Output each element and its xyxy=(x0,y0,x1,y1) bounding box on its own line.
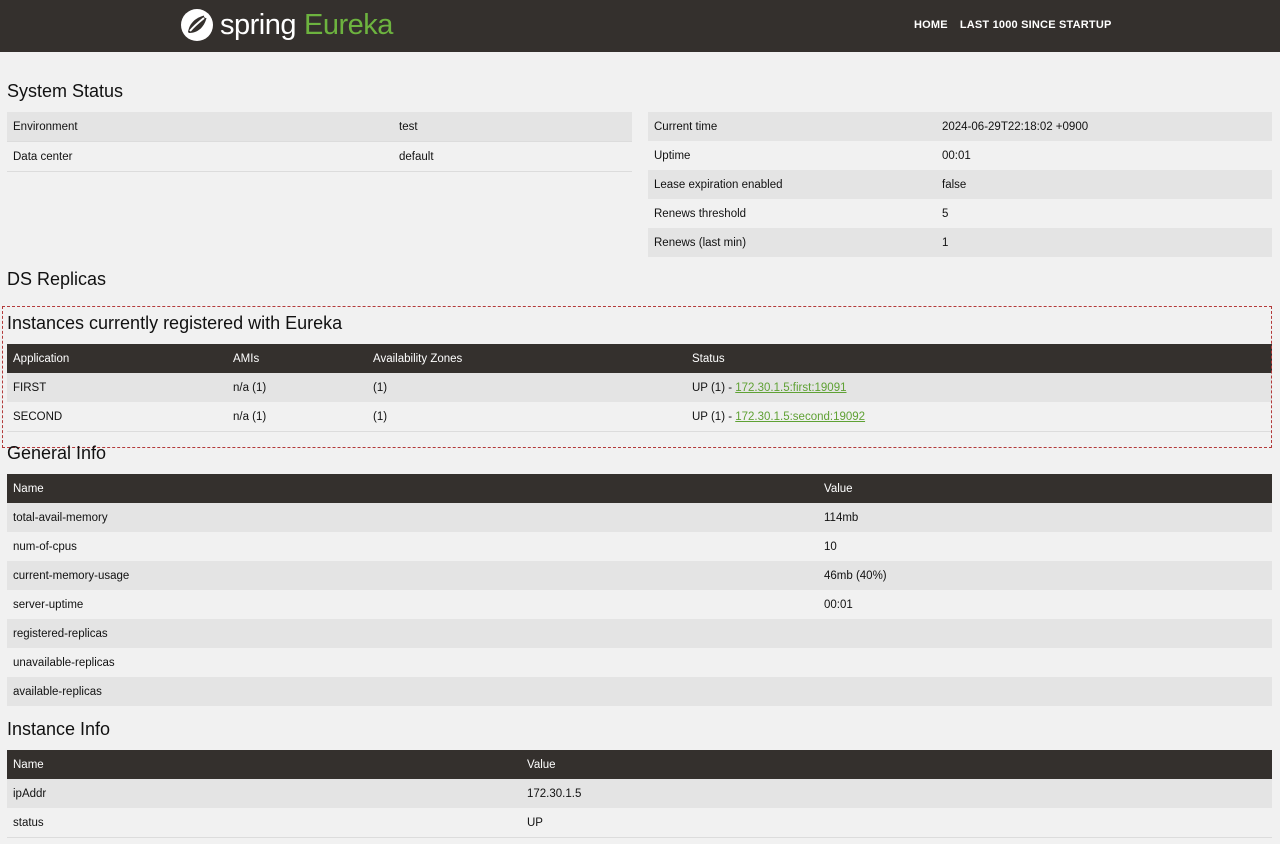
info-name: total-avail-memory xyxy=(7,503,818,532)
status-cell: UP (1) - 172.30.1.5:second:19092 xyxy=(686,402,1272,432)
general-info-title: General Info xyxy=(7,443,107,463)
brand-spring-text: spring xyxy=(220,8,297,41)
table-row: SECOND n/a (1) (1) UP (1) - 172.30.1.5:s… xyxy=(7,402,1272,432)
column-header: Name xyxy=(7,750,521,779)
status-value: test xyxy=(393,112,632,142)
table-header-row: Application AMIs Availability Zones Stat… xyxy=(7,344,1272,373)
column-header: Name xyxy=(7,474,818,503)
info-name: status xyxy=(7,808,521,838)
ds-replicas-title: DS Replicas xyxy=(7,269,107,289)
status-value: 00:01 xyxy=(942,149,971,162)
info-value: UP xyxy=(521,808,1272,838)
status-cell: UP (1) - 172.30.1.5:first:19091 xyxy=(686,373,1272,402)
table-row: unavailable-replicas xyxy=(7,648,1272,677)
table-row: Environment test xyxy=(7,112,632,142)
system-status-left-table: Environment test Data center default xyxy=(7,112,632,172)
column-header: Status xyxy=(686,344,1272,373)
status-value: 2024-06-29T22:18:02 +0900 xyxy=(936,112,1272,141)
column-header: Availability Zones xyxy=(367,344,686,373)
instance-info-table: Name Value ipAddr 172.30.1.5 status UP xyxy=(7,750,1272,838)
info-value xyxy=(818,619,1272,648)
table-row: total-avail-memory 114mb xyxy=(7,503,1272,532)
table-row: registered-replicas xyxy=(7,619,1272,648)
status-value: 1 xyxy=(936,228,1272,257)
general-info-table: Name Value total-avail-memory 114mb num-o… xyxy=(7,474,1272,706)
amis-value: n/a (1) xyxy=(227,402,367,432)
status-label: Renews (last min) xyxy=(648,228,936,257)
instance-link[interactable]: 172.30.1.5:second:19092 xyxy=(735,411,865,423)
nav-home-link[interactable]: HOME xyxy=(914,19,948,31)
zones-value: (1) xyxy=(367,373,686,402)
top-navbar: spring Eureka HOME LAST 1000 SINCE START… xyxy=(0,0,1280,52)
info-value xyxy=(818,648,1272,677)
status-label: Current time xyxy=(648,112,936,141)
status-label: Renews threshold xyxy=(654,207,747,220)
table-row: current-memory-usage 46mb (40%) xyxy=(7,561,1272,590)
status-label: Lease expiration enabled xyxy=(648,170,936,199)
table-row: ipAddr 172.30.1.5 xyxy=(7,779,1272,808)
table-row: Lease expiration enabled false xyxy=(648,170,1272,199)
nav-links: HOME LAST 1000 SINCE STARTUP xyxy=(914,19,1112,31)
table-row: Uptime 00:01 xyxy=(648,141,1272,170)
system-status-right-table: Current time 2024-06-29T22:18:02 +0900 U… xyxy=(648,112,1272,257)
table-row: Renews (last min) 1 xyxy=(648,228,1272,257)
info-value: 46mb (40%) xyxy=(818,561,1272,590)
column-header: Application xyxy=(7,344,227,373)
column-header: Value xyxy=(521,750,1272,779)
status-label: Environment xyxy=(7,112,393,142)
table-row: num-of-cpus 10 xyxy=(7,532,1272,561)
status-value: default xyxy=(393,141,632,172)
info-name: server-uptime xyxy=(13,598,84,611)
column-header: Value xyxy=(818,474,1272,503)
info-name: num-of-cpus xyxy=(13,540,77,553)
table-row: Data center default xyxy=(7,141,632,172)
status-label: Data center xyxy=(7,141,393,172)
table-row: available-replicas xyxy=(7,677,1272,706)
brand-eureka-text: Eureka xyxy=(304,8,393,41)
instances-title: Instances currently registered with Eure… xyxy=(7,313,343,333)
info-value xyxy=(818,677,1272,706)
table-row: server-uptime 00:01 xyxy=(7,590,1272,619)
info-value: 114mb xyxy=(818,503,1272,532)
table-row: FIRST n/a (1) (1) UP (1) - 172.30.1.5:fi… xyxy=(7,373,1272,402)
nav-last-1000-link[interactable]: LAST 1000 SINCE STARTUP xyxy=(960,19,1112,31)
status-value: false xyxy=(936,170,1272,199)
instance-link[interactable]: 172.30.1.5:first:19091 xyxy=(735,382,846,394)
info-name: ipAddr xyxy=(7,779,521,808)
status-label: Uptime xyxy=(654,149,691,162)
status-text: UP (1) - xyxy=(692,381,736,394)
info-name: current-memory-usage xyxy=(7,561,818,590)
column-header: AMIs xyxy=(227,344,367,373)
zones-value: (1) xyxy=(367,402,686,432)
instances-table: Application AMIs Availability Zones Stat… xyxy=(7,344,1272,432)
info-name: available-replicas xyxy=(7,677,818,706)
info-value: 00:01 xyxy=(824,598,853,611)
application-name: FIRST xyxy=(7,373,227,402)
info-name: registered-replicas xyxy=(7,619,818,648)
info-value: 172.30.1.5 xyxy=(521,779,1272,808)
table-row: status UP xyxy=(7,808,1272,838)
info-value: 10 xyxy=(824,540,837,553)
brand-logo[interactable]: spring Eureka xyxy=(180,7,393,43)
table-header-row: Name Value xyxy=(7,474,1272,503)
amis-value: n/a (1) xyxy=(227,373,367,402)
system-status-title: System Status xyxy=(7,81,124,101)
table-row: Renews threshold 5 xyxy=(648,199,1272,228)
table-header-row: Name Value xyxy=(7,750,1272,779)
status-text: UP (1) - xyxy=(692,410,736,423)
status-value: 5 xyxy=(942,207,949,220)
spring-leaf-icon xyxy=(181,9,213,41)
application-name: SECOND xyxy=(7,402,227,432)
instance-info-title: Instance Info xyxy=(7,719,111,739)
table-row: Current time 2024-06-29T22:18:02 +0900 xyxy=(648,112,1272,141)
info-name: unavailable-replicas xyxy=(13,656,115,669)
